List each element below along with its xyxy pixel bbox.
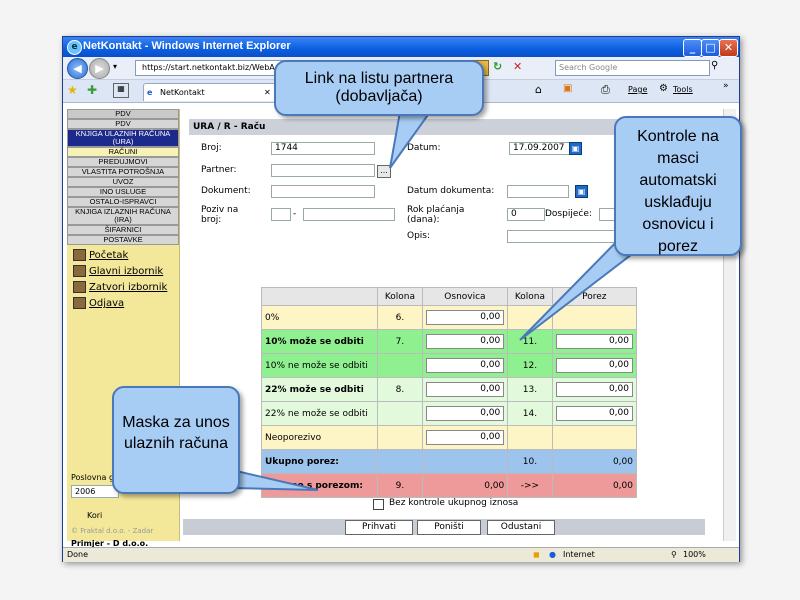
callout-controls: Kontrole na masci automatski usklađuju o… [614,116,742,256]
mask-callout-pointer [231,468,319,491]
partner-callout-pointer [389,111,432,169]
callout-partner-link: Link na listu partnera (dobavljača) [274,60,484,116]
callout-mask: Maska za unos ulaznih računa [112,386,240,494]
